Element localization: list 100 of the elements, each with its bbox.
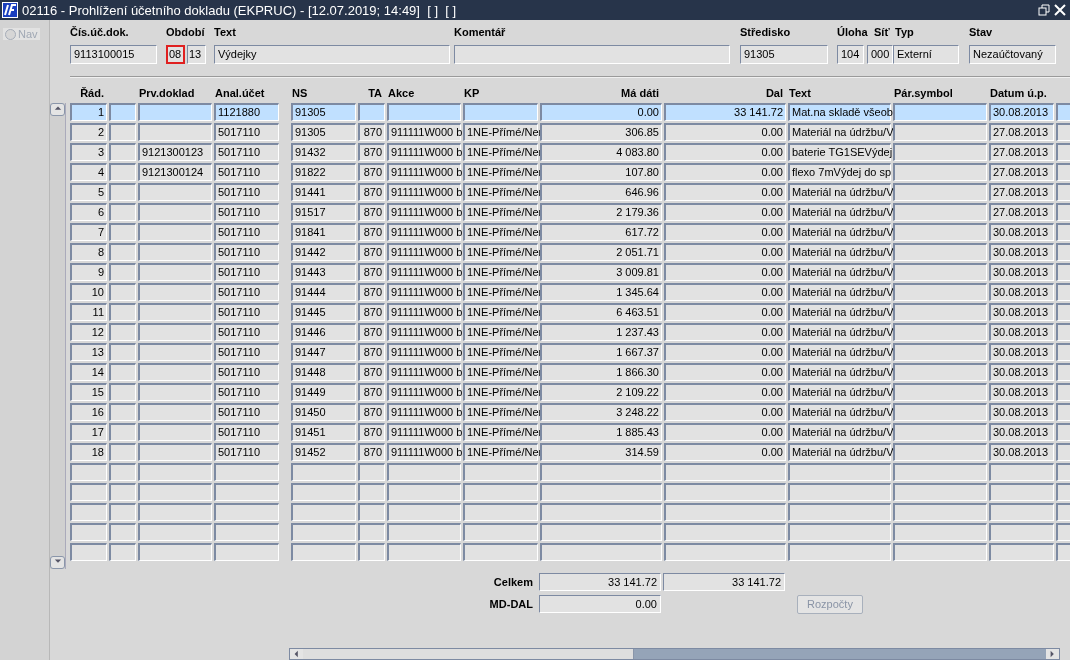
table-cell[interactable]: [664, 502, 786, 521]
table-cell[interactable]: [1056, 502, 1070, 521]
table-cell[interactable]: [893, 342, 987, 361]
table-cell[interactable]: 30.08.2013: [989, 402, 1054, 421]
table-cell[interactable]: [1056, 462, 1070, 481]
table-cell[interactable]: [893, 162, 987, 181]
table-cell[interactable]: [291, 542, 356, 561]
table-cell[interactable]: [989, 482, 1054, 501]
table-cell[interactable]: 27.08.2013: [989, 202, 1054, 221]
table-cell[interactable]: [214, 542, 279, 561]
table-cell[interactable]: [138, 322, 212, 341]
table-cell[interactable]: [893, 262, 987, 281]
table-cell[interactable]: [109, 362, 136, 381]
table-cell[interactable]: 870: [358, 222, 385, 241]
table-cell[interactable]: 9121300123: [138, 142, 212, 161]
table-cell[interactable]: [138, 222, 212, 241]
table-cell[interactable]: 91305: [291, 102, 356, 121]
table-cell[interactable]: [664, 522, 786, 541]
table-cell[interactable]: 911111W000 b: [387, 382, 461, 401]
table-cell[interactable]: 91822: [291, 162, 356, 181]
table-cell[interactable]: 17: [70, 422, 107, 441]
table-cell[interactable]: [893, 302, 987, 321]
table-cell[interactable]: [109, 262, 136, 281]
table-cell[interactable]: [214, 522, 279, 541]
table-cell[interactable]: [540, 482, 662, 501]
table-cell[interactable]: [387, 522, 461, 541]
table-cell[interactable]: [109, 322, 136, 341]
table-cell[interactable]: 0.00: [664, 282, 786, 301]
table-cell[interactable]: [788, 542, 891, 561]
table-cell[interactable]: 5017110: [214, 342, 279, 361]
table-cell[interactable]: Materiál na údržbu/V: [788, 382, 891, 401]
table-cell[interactable]: [387, 542, 461, 561]
table-cell[interactable]: 7: [70, 222, 107, 241]
table-cell[interactable]: [463, 482, 538, 501]
table-cell[interactable]: [1056, 262, 1070, 281]
table-cell[interactable]: 27.08.2013: [989, 182, 1054, 201]
table-cell[interactable]: [1056, 162, 1070, 181]
table-cell[interactable]: 15: [70, 382, 107, 401]
table-cell[interactable]: 91452: [291, 442, 356, 461]
table-cell[interactable]: 1NE-Přímé/Ner: [463, 322, 538, 341]
table-cell[interactable]: 870: [358, 142, 385, 161]
table-cell[interactable]: [387, 102, 461, 121]
table-cell[interactable]: 1NE-Přímé/Ner: [463, 422, 538, 441]
table-cell[interactable]: [989, 462, 1054, 481]
table-cell[interactable]: 0.00: [664, 402, 786, 421]
table-cell[interactable]: 3 009.81: [540, 262, 662, 281]
table-cell[interactable]: [138, 462, 212, 481]
table-cell[interactable]: [893, 442, 987, 461]
table-cell[interactable]: 0.00: [664, 242, 786, 261]
table-cell[interactable]: 27.08.2013: [989, 122, 1054, 141]
table-cell[interactable]: 1 345.64: [540, 282, 662, 301]
table-cell[interactable]: [138, 342, 212, 361]
table-cell[interactable]: [893, 482, 987, 501]
input-field[interactable]: 91305: [740, 45, 828, 64]
table-cell[interactable]: 91517: [291, 202, 356, 221]
table-cell[interactable]: [291, 502, 356, 521]
table-cell[interactable]: Materiál na údržbu/V: [788, 182, 891, 201]
table-cell[interactable]: [1056, 422, 1070, 441]
table-cell[interactable]: 91448: [291, 362, 356, 381]
table-cell[interactable]: 91449: [291, 382, 356, 401]
table-cell[interactable]: Materiál na údržbu/V: [788, 322, 891, 341]
table-cell[interactable]: [893, 222, 987, 241]
table-cell[interactable]: 0.00: [664, 182, 786, 201]
table-cell[interactable]: [664, 462, 786, 481]
table-cell[interactable]: [291, 482, 356, 501]
table-cell[interactable]: 30.08.2013: [989, 242, 1054, 261]
table-cell[interactable]: 911111W000 b: [387, 342, 461, 361]
table-cell[interactable]: [109, 242, 136, 261]
table-cell[interactable]: 2: [70, 122, 107, 141]
table-cell[interactable]: [138, 302, 212, 321]
table-cell[interactable]: 91451: [291, 422, 356, 441]
table-cell[interactable]: 1 237.43: [540, 322, 662, 341]
table-cell[interactable]: 306.85: [540, 122, 662, 141]
table-cell[interactable]: 91442: [291, 242, 356, 261]
table-cell[interactable]: [1056, 342, 1070, 361]
table-cell[interactable]: [109, 482, 136, 501]
table-cell[interactable]: 1 667.37: [540, 342, 662, 361]
table-cell[interactable]: [463, 102, 538, 121]
table-cell[interactable]: 6: [70, 202, 107, 221]
table-cell[interactable]: 0.00: [664, 362, 786, 381]
table-cell[interactable]: [138, 502, 212, 521]
restore-icon[interactable]: [1038, 4, 1050, 16]
table-cell[interactable]: [540, 502, 662, 521]
table-cell[interactable]: 5: [70, 182, 107, 201]
table-cell[interactable]: [291, 522, 356, 541]
table-cell[interactable]: 9121300124: [138, 162, 212, 181]
table-cell[interactable]: [358, 102, 385, 121]
table-cell[interactable]: [109, 502, 136, 521]
table-cell[interactable]: 1NE-Přímé/Ner: [463, 402, 538, 421]
table-cell[interactable]: [109, 442, 136, 461]
table-cell[interactable]: 27.08.2013: [989, 142, 1054, 161]
table-cell[interactable]: [463, 542, 538, 561]
table-cell[interactable]: Materiál na údržbu/V: [788, 362, 891, 381]
table-cell[interactable]: 30.08.2013: [989, 382, 1054, 401]
table-cell[interactable]: Materiál na údržbu/V: [788, 282, 891, 301]
scroll-right-button[interactable]: [1046, 648, 1059, 659]
table-cell[interactable]: [109, 522, 136, 541]
table-cell[interactable]: [1056, 282, 1070, 301]
table-cell[interactable]: 30.08.2013: [989, 102, 1054, 121]
table-cell[interactable]: 27.08.2013: [989, 162, 1054, 181]
